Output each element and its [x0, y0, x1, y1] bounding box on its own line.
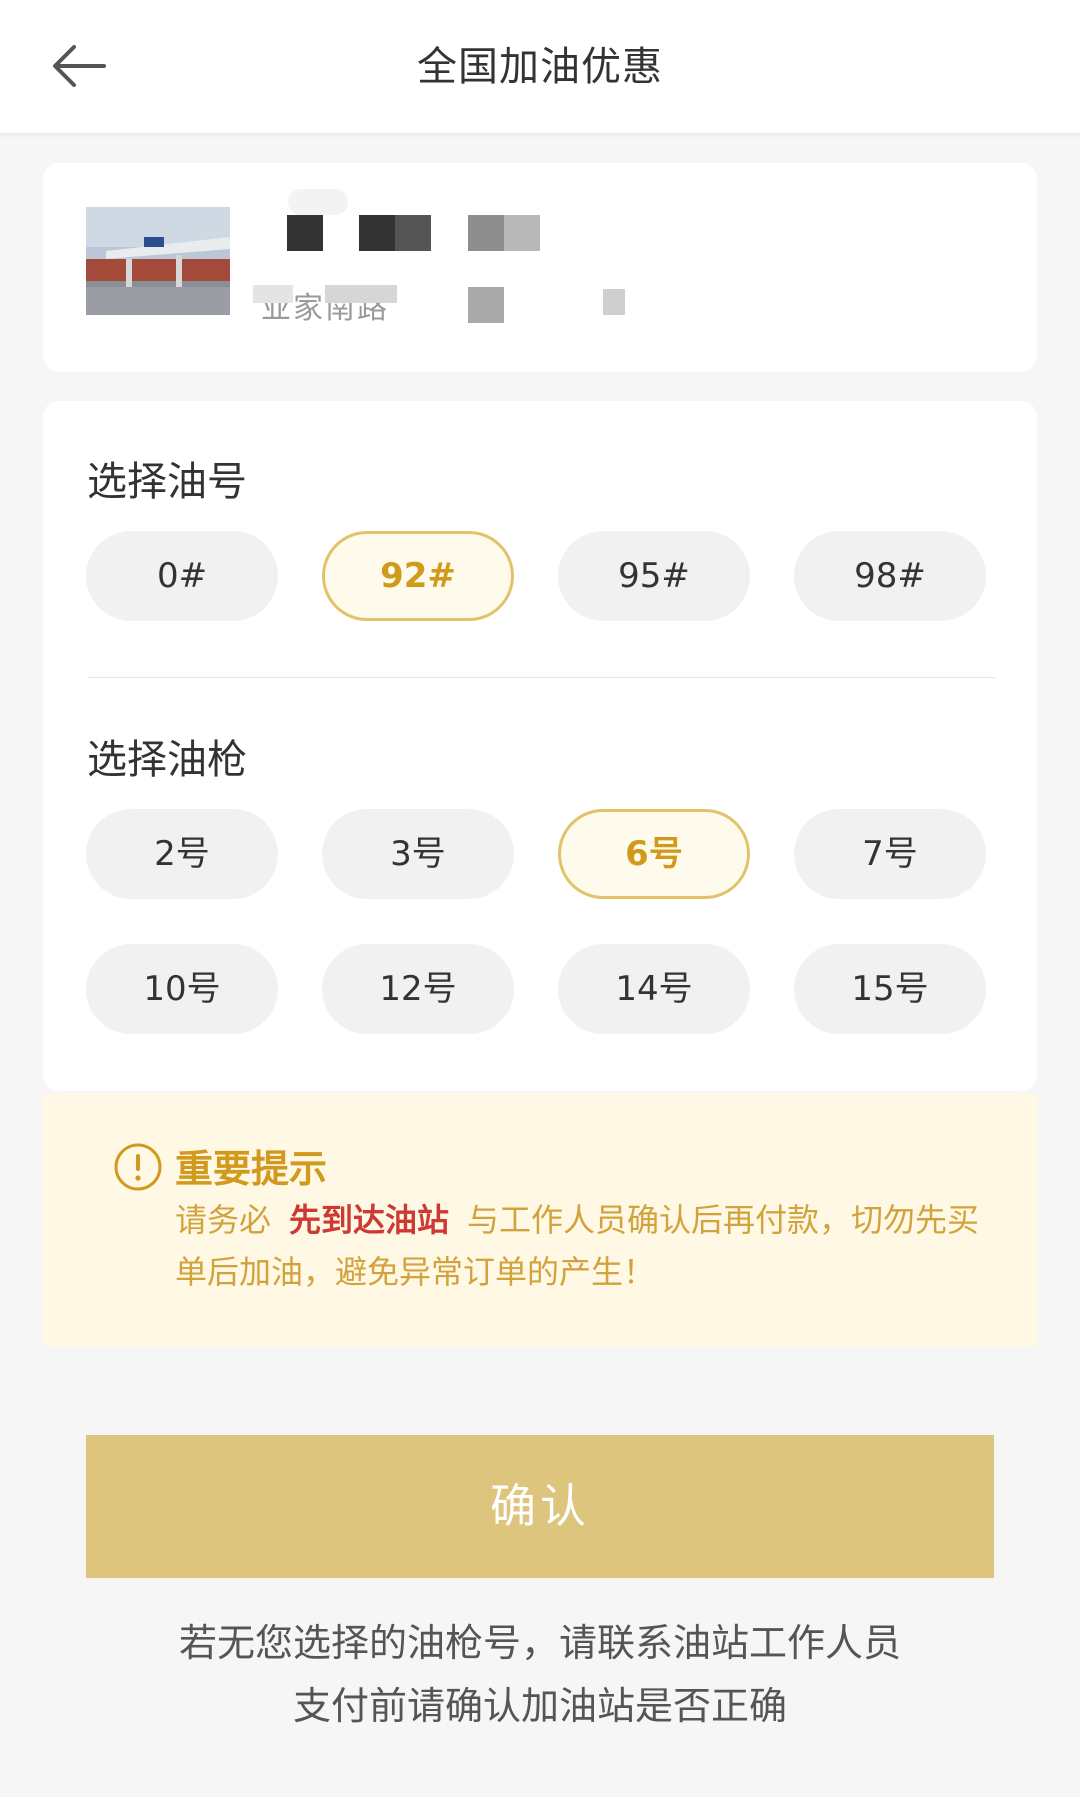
station-photo	[86, 207, 230, 315]
fuel-option-92-selected[interactable]: 92#	[322, 531, 514, 621]
mosaic-block	[359, 215, 395, 251]
notice-title: 重要提示	[175, 1147, 328, 1191]
mosaic-block	[468, 287, 504, 323]
mosaic-block	[395, 215, 431, 251]
page-title: 全国加油优惠	[417, 44, 663, 90]
mosaic-block	[287, 215, 323, 251]
nozzle-option-3[interactable]: 3号	[322, 809, 514, 899]
divider	[87, 677, 995, 678]
nozzle-title: 选择油枪	[87, 737, 247, 783]
notice-text-before: 请务必	[175, 1201, 272, 1239]
mosaic-block	[603, 289, 625, 315]
mosaic-block	[253, 285, 293, 303]
notice-highlight: 先到达油站	[289, 1201, 450, 1239]
mosaic-block	[325, 285, 397, 303]
notice-text: 请务必 先到达油站 与工作人员确认后再付款，切勿先买单后加油，避免异常订单的产生！	[175, 1194, 1005, 1298]
fuel-option-0[interactable]: 0#	[86, 531, 278, 621]
nozzle-option-12[interactable]: 12号	[322, 944, 514, 1034]
mosaic-block	[468, 215, 504, 251]
nozzle-option-2[interactable]: 2号	[86, 809, 278, 899]
fuel-grade-title: 选择油号	[87, 459, 247, 505]
mosaic-block	[504, 215, 540, 251]
selection-card: 选择油号 0# 92# 95# 98# 选择油枪 2号 3号 6号 7号 10号…	[43, 401, 1037, 1091]
station-card[interactable]: 业家南路	[43, 163, 1037, 372]
fuel-option-95[interactable]: 95#	[558, 531, 750, 621]
mosaic-block	[288, 189, 348, 215]
nozzle-option-15[interactable]: 15号	[794, 944, 986, 1034]
confirm-button[interactable]: 确认	[86, 1435, 994, 1578]
fuel-option-98[interactable]: 98#	[794, 531, 986, 621]
nozzle-option-14[interactable]: 14号	[558, 944, 750, 1034]
top-bar: 全国加油优惠	[0, 0, 1080, 133]
footer-hint-1: 若无您选择的油枪号，请联系油站工作人员	[178, 1621, 901, 1665]
footer-hint-2: 支付前请确认加油站是否正确	[292, 1684, 787, 1728]
nozzle-option-10[interactable]: 10号	[86, 944, 278, 1034]
nozzle-option-6-selected[interactable]: 6号	[558, 809, 750, 899]
nozzle-option-7[interactable]: 7号	[794, 809, 986, 899]
important-notice: 重要提示 请务必 先到达油站 与工作人员确认后再付款，切勿先买单后加油，避免异常订单…	[43, 1094, 1037, 1347]
alert-circle-icon	[114, 1143, 162, 1191]
